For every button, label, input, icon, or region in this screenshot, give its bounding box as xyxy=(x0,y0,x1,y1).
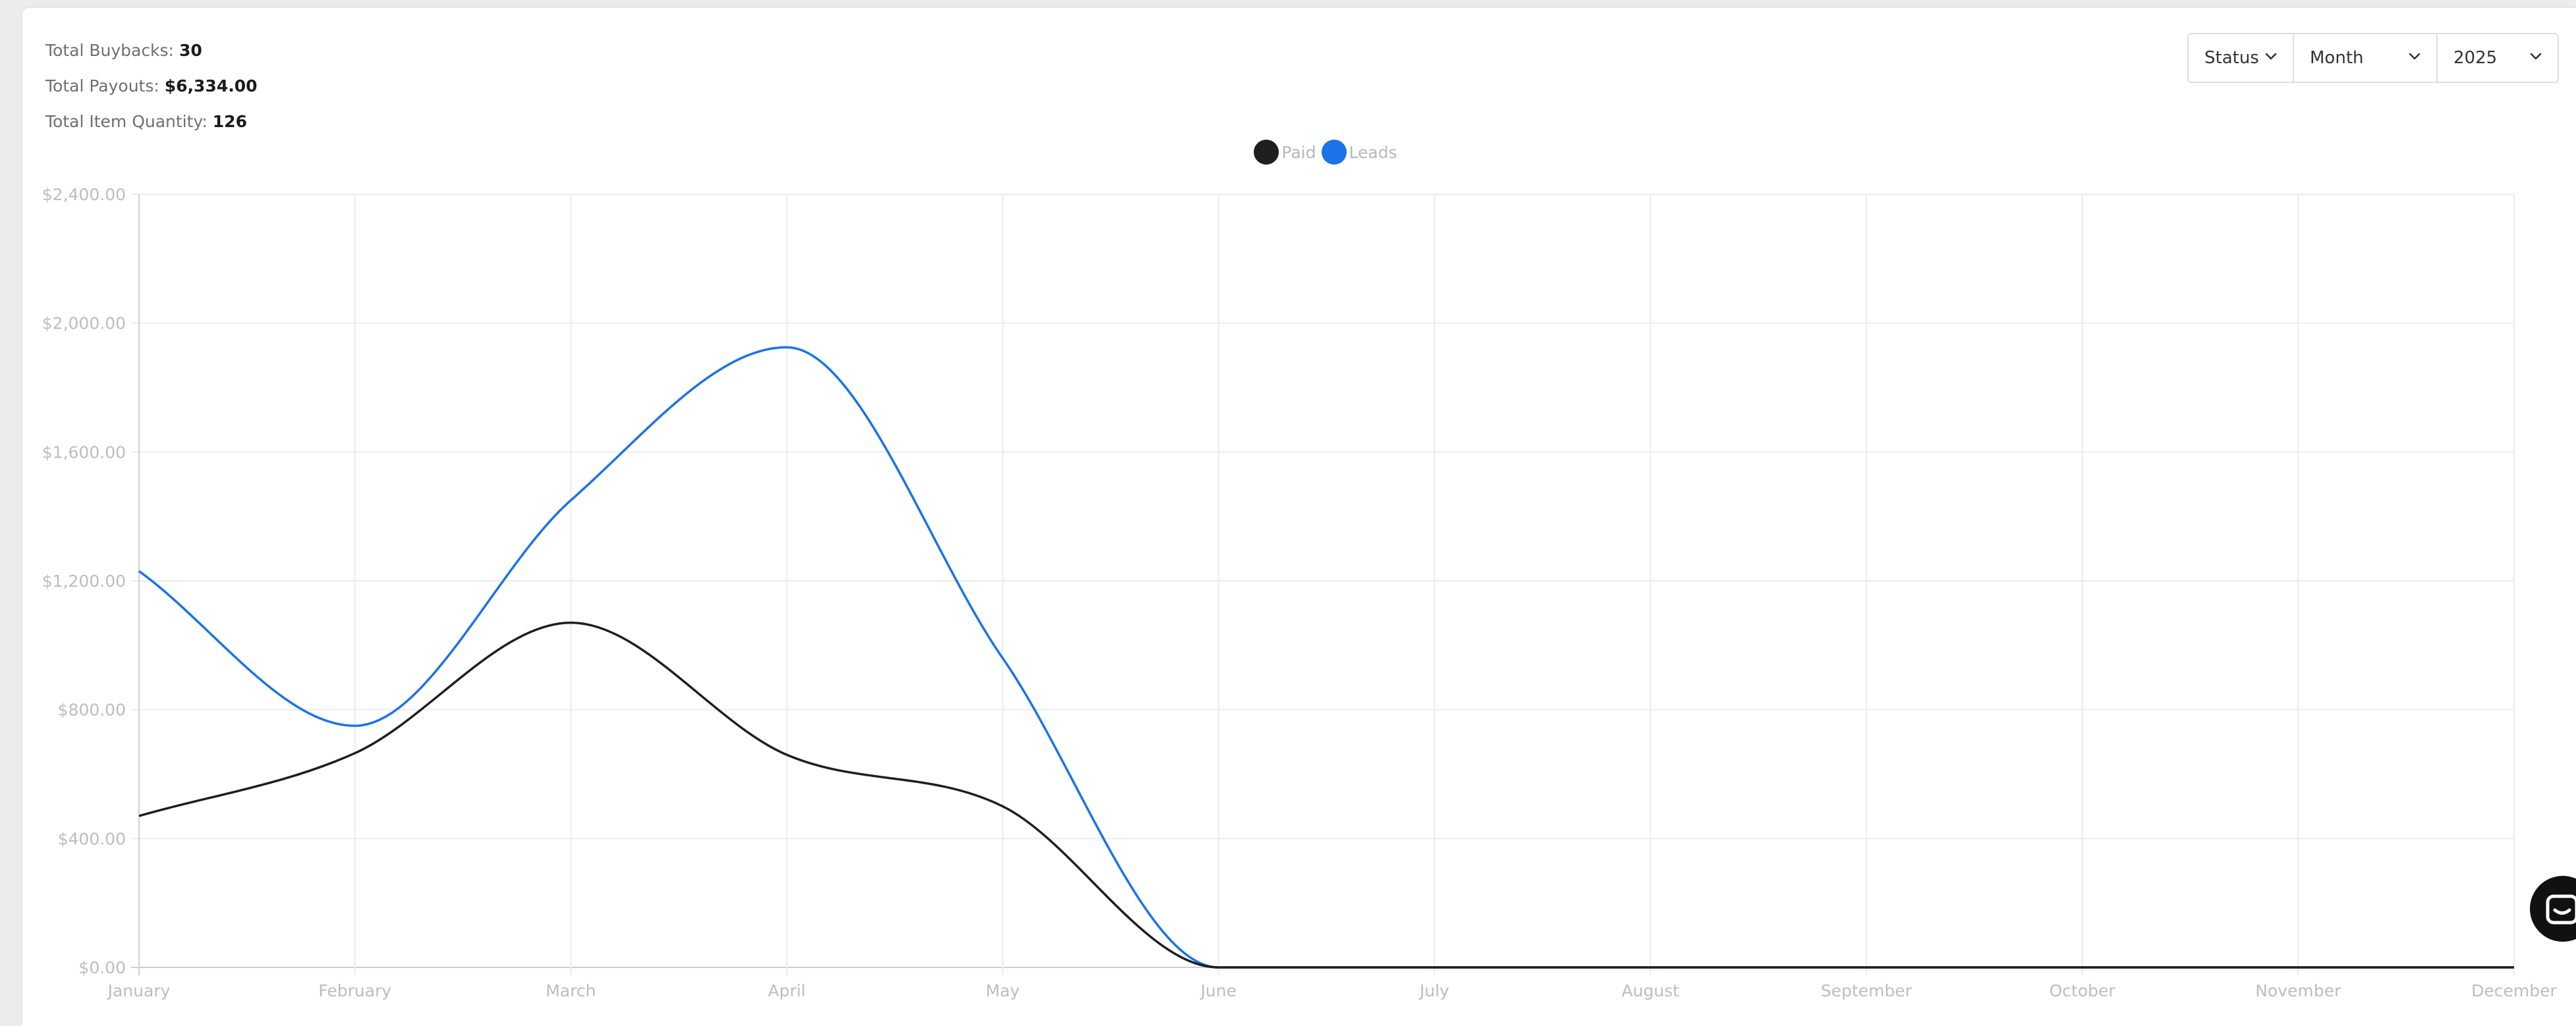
y-tick-label: $2,400.00 xyxy=(42,185,126,204)
y-tick-label: $1,200.00 xyxy=(42,572,126,591)
x-tick-label: November xyxy=(2255,981,2341,1000)
x-tick-label: May xyxy=(986,981,1020,1000)
x-tick-label: December xyxy=(2471,981,2557,1000)
x-tick-label: September xyxy=(1821,981,1913,1000)
y-tick-label: $0.00 xyxy=(78,958,126,977)
chat-icon xyxy=(2546,894,2576,925)
x-tick-label: July xyxy=(1418,981,1449,1000)
y-tick-label: $800.00 xyxy=(58,701,126,720)
x-tick-label: January xyxy=(107,981,171,1000)
series-line-paid xyxy=(138,621,2514,969)
y-tick-label: $1,600.00 xyxy=(42,443,126,462)
x-tick-label: March xyxy=(546,981,596,1000)
x-tick-label: April xyxy=(768,981,806,1000)
x-tick-label: June xyxy=(1199,981,1236,1000)
x-tick-label: February xyxy=(318,981,391,1000)
line-chart: $0.00 $400.00 $800.00 $1,200.00 $1,600.00 $2,… xyxy=(42,185,2558,1000)
y-tick-label: $400.00 xyxy=(58,829,126,848)
x-tick-label: August xyxy=(1621,981,1679,1000)
x-tick-label: October xyxy=(2050,981,2116,1000)
series-line-leads xyxy=(138,346,2514,969)
y-tick-label: $2,000.00 xyxy=(42,314,126,333)
chart-card: Total Buybacks: 30 Total Payouts: $6,334… xyxy=(22,8,2576,1026)
